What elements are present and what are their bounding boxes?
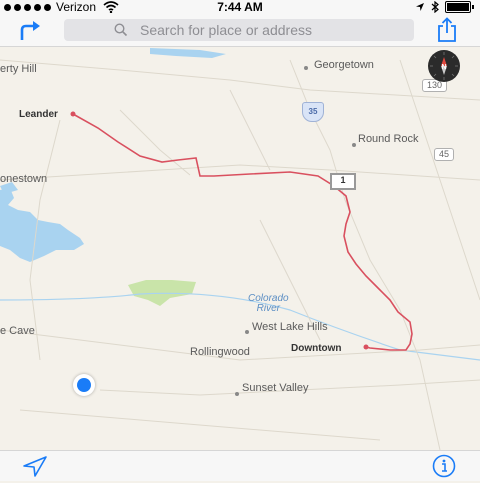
location-arrow-icon	[416, 2, 424, 11]
route-start-dot	[70, 111, 76, 117]
search-icon	[114, 23, 128, 37]
share-icon	[438, 17, 456, 42]
user-location-dot[interactable]	[73, 374, 95, 396]
road-shield-i35: 35	[302, 102, 324, 122]
label-rollingwood[interactable]: Rollingwood	[190, 346, 250, 358]
directions-button[interactable]	[18, 20, 44, 42]
label-colorado-river: Colorado River	[248, 294, 289, 314]
map-base	[0, 48, 480, 450]
road-shield-45: 45	[434, 148, 455, 161]
compass-icon: N	[430, 52, 458, 80]
route-line	[72, 113, 413, 351]
label-lakeway[interactable]: e Cave	[0, 325, 35, 337]
status-bar: Verizon 7:44 AM	[0, 0, 480, 14]
svg-text:N: N	[441, 64, 446, 71]
bottom-toolbar	[0, 450, 480, 481]
minor-roads	[0, 59, 480, 450]
town-dot	[352, 143, 356, 147]
label-leander[interactable]: Leander	[19, 109, 58, 120]
location-arrow-icon	[23, 456, 47, 477]
search-box[interactable]	[64, 19, 414, 41]
lake-north	[150, 48, 226, 58]
battery-icon	[445, 1, 471, 13]
label-jonestown[interactable]: onestown	[0, 173, 47, 185]
battery-tip	[472, 5, 474, 9]
search-input[interactable]	[138, 21, 402, 39]
bluetooth-icon	[431, 0, 439, 13]
status-time: 7:44 AM	[217, 0, 263, 14]
compass-button[interactable]: N	[428, 50, 460, 82]
lake-travis	[0, 188, 84, 262]
info-button[interactable]	[431, 454, 457, 478]
label-cedar-park[interactable]: erty Hill	[0, 63, 37, 75]
route-end-dot	[363, 344, 369, 350]
tracking-button[interactable]	[22, 455, 48, 477]
status-right	[415, 0, 474, 13]
road-shield-us1: 1	[330, 173, 356, 190]
directions-arrow-icon	[20, 21, 40, 40]
label-west-lake-hills[interactable]: West Lake Hills	[252, 321, 328, 333]
label-downtown[interactable]: Downtown	[291, 343, 342, 354]
search-header	[0, 14, 480, 47]
map-view[interactable]: Georgetown erty Hill Leander Round Rock …	[0, 47, 480, 450]
share-button[interactable]	[434, 17, 460, 43]
town-dot	[245, 330, 249, 334]
info-icon	[432, 454, 456, 478]
label-georgetown[interactable]: Georgetown	[314, 59, 374, 71]
river-label-line-2: River	[256, 303, 280, 314]
label-round-rock[interactable]: Round Rock	[358, 133, 419, 145]
town-dot	[235, 392, 239, 396]
town-dot	[304, 66, 308, 70]
label-sunset-valley[interactable]: Sunset Valley	[242, 382, 308, 394]
